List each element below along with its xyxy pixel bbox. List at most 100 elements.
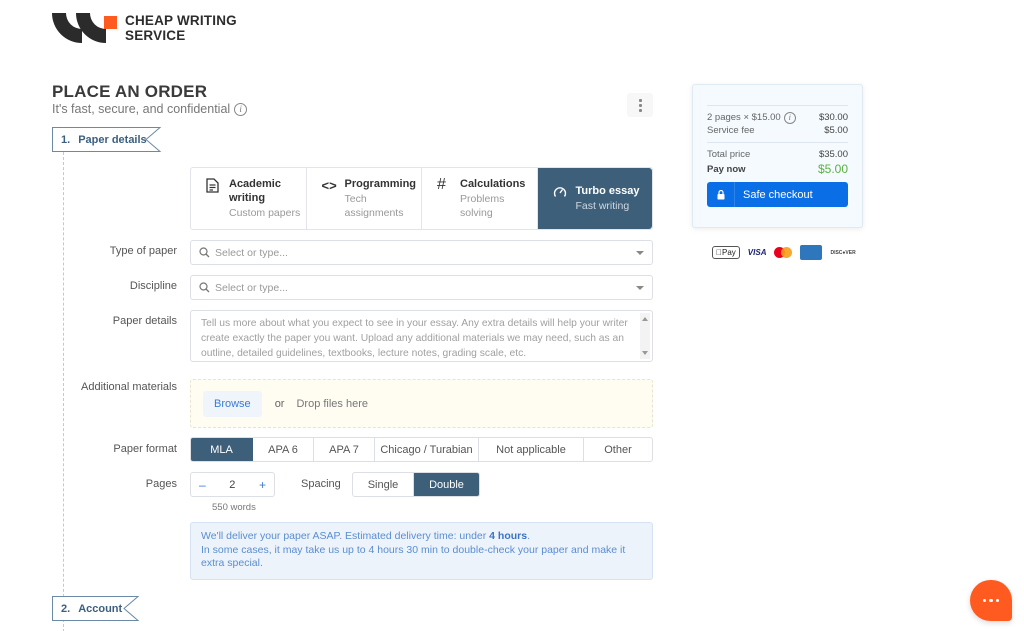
tile-title: Turbo essay <box>575 185 640 197</box>
tile-subtitle: Tech assignments <box>344 193 404 219</box>
step-ribbon-paper-details[interactable]: 1. Paper details <box>52 127 162 152</box>
file-dropzone[interactable]: Browse or Drop files here <box>190 379 653 428</box>
chat-dot <box>989 598 993 603</box>
notice-text: . <box>527 530 531 542</box>
paper-details-placeholder: Tell us more about what you expect to se… <box>201 318 628 359</box>
document-icon <box>206 177 226 229</box>
tile-subtitle: Fast writing <box>575 200 630 212</box>
page-title: PLACE AN ORDER <box>52 82 208 101</box>
tile-title: Programming <box>344 178 417 190</box>
scroll-up-icon[interactable] <box>642 317 648 321</box>
tile-turbo-essay[interactable]: Turbo essay Fast writing <box>537 168 652 229</box>
step-number: 2. <box>61 602 71 615</box>
pages-label: Pages <box>145 478 177 490</box>
payment-methods: Pay VISA DISC●VER <box>712 245 856 260</box>
type-of-paper-select[interactable]: Select or type... <box>190 240 653 265</box>
pages-stepper: – 2 + <box>190 472 275 497</box>
kebab-dot <box>638 103 642 107</box>
pay-now-row: Pay now $5.00 <box>707 163 848 176</box>
order-summary: 2 pages × $15.00 i $30.00 Service fee $5.… <box>692 84 863 228</box>
spacing-selector: Single Double <box>352 472 480 497</box>
tile-title: Calculations <box>460 178 526 190</box>
pages-price-value: $30.00 <box>818 112 848 123</box>
kebab-dot <box>638 98 642 102</box>
service-type-selector: Academic writing Custom papers <> Progra… <box>190 167 653 230</box>
discipline-select[interactable]: Select or type... <box>190 275 653 300</box>
format-option-not-applicable[interactable]: Not applicable <box>479 438 584 461</box>
format-option-apa7[interactable]: APA 7 <box>314 438 375 461</box>
service-fee-value: $5.00 <box>824 125 848 136</box>
more-options-button[interactable] <box>627 93 653 117</box>
amex-icon <box>800 245 823 260</box>
paper-details-label: Paper details <box>112 315 177 327</box>
brand-logo[interactable]: CHEAP WRITING SERVICE <box>52 13 237 43</box>
chat-dot <box>982 598 987 603</box>
dropzone-or: or <box>274 397 285 410</box>
subtitle-text: It's fast, secure, and confidential <box>52 102 231 116</box>
notice-line2: In some cases, it may take us up to 4 ho… <box>201 543 626 570</box>
chevron-down-icon <box>636 285 644 290</box>
page-subtitle: It's fast, secure, and confidential i <box>52 102 248 116</box>
type-of-paper-placeholder: Select or type... <box>215 246 288 259</box>
spacing-option-single[interactable]: Single <box>353 473 414 496</box>
scroll-down-icon[interactable] <box>642 351 648 355</box>
paper-details-textarea[interactable]: Tell us more about what you expect to se… <box>190 310 653 362</box>
total-price-label: Total price <box>707 149 751 160</box>
brand-name-line2: SERVICE <box>125 28 186 43</box>
safe-checkout-button[interactable]: Safe checkout <box>707 182 848 207</box>
word-count: 550 words <box>212 502 256 513</box>
brand-name: CHEAP WRITING SERVICE <box>125 13 237 43</box>
step-label: Paper details <box>78 133 147 146</box>
divider <box>707 105 848 106</box>
divider <box>707 142 848 143</box>
pay-now-value: $5.00 <box>817 162 848 176</box>
pages-increment-button[interactable]: + <box>259 478 266 492</box>
brand-name-line1: CHEAP WRITING <box>125 13 237 28</box>
info-icon[interactable]: i <box>783 111 796 124</box>
discipline-placeholder: Select or type... <box>215 281 288 294</box>
search-icon <box>199 282 210 293</box>
format-option-apa6[interactable]: APA 6 <box>253 438 314 461</box>
total-price-row: Total price $35.00 <box>707 148 848 161</box>
additional-materials-label: Additional materials <box>81 381 177 393</box>
service-fee-label: Service fee <box>707 125 755 136</box>
total-price-value: $35.00 <box>818 149 848 160</box>
format-option-chicago[interactable]: Chicago / Turabian <box>375 438 479 461</box>
pages-price-row: 2 pages × $15.00 i $30.00 <box>707 111 848 124</box>
tile-academic-writing[interactable]: Academic writing Custom papers <box>191 168 307 229</box>
tile-programming[interactable]: <> Programming Tech assignments <box>307 168 422 229</box>
spacing-label: Spacing <box>301 478 341 490</box>
browse-button[interactable]: Browse <box>203 390 262 417</box>
apple-pay-icon: Pay <box>712 246 740 259</box>
notice-line1: We'll deliver your paper ASAP. Estimated… <box>201 530 642 544</box>
tile-subtitle: Problems solving <box>460 193 505 219</box>
spacing-option-double[interactable]: Double <box>414 473 479 496</box>
format-option-mla[interactable]: MLA <box>191 438 253 461</box>
chat-dot <box>995 598 1000 603</box>
delivery-notice: We'll deliver your paper ASAP. Estimated… <box>190 522 653 580</box>
notice-text: We'll deliver your paper ASAP. Estimated… <box>201 530 490 542</box>
dropzone-hint: Drop files here <box>296 397 369 410</box>
speedometer-icon <box>553 184 573 229</box>
chat-button[interactable] <box>970 580 1012 621</box>
chevron-down-icon <box>636 250 644 255</box>
info-icon[interactable]: i <box>234 102 248 116</box>
type-of-paper-label: Type of paper <box>109 245 177 257</box>
mastercard-icon <box>774 247 793 258</box>
pages-value[interactable]: 2 <box>229 479 235 491</box>
step-label: Account <box>78 602 123 615</box>
logo-mark-icon <box>52 13 118 43</box>
pages-decrement-button[interactable]: – <box>199 478 206 492</box>
step-ribbon-account[interactable]: 2. Account <box>52 596 140 621</box>
hash-icon: # <box>437 176 446 193</box>
tile-calculations[interactable]: # Calculations Problems solving <box>422 168 538 229</box>
lock-icon <box>707 182 735 207</box>
paper-format-selector: MLA APA 6 APA 7 Chicago / Turabian Not a… <box>190 437 653 462</box>
format-option-other[interactable]: Other <box>584 438 652 461</box>
search-icon <box>199 247 210 258</box>
discipline-label: Discipline <box>129 280 177 292</box>
code-icon: <> <box>321 178 337 193</box>
pay-now-label: Pay now <box>707 164 746 175</box>
tile-title: Academic writing <box>229 178 281 204</box>
textarea-scrollbar[interactable] <box>640 313 650 359</box>
